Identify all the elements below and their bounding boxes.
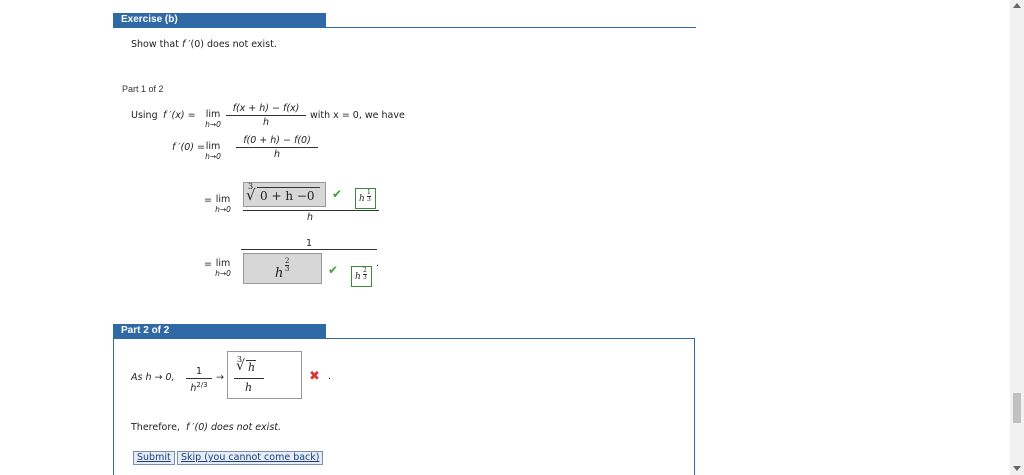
f-prime-0: f ′(0) = [172, 142, 205, 153]
scroll-up-arrow-icon[interactable] [1013, 3, 1021, 8]
answer-base: h [275, 266, 284, 281]
hint-exp-den: 3 [367, 196, 371, 203]
prompt-post: ′(0) does not exist. [185, 39, 277, 50]
def-denominator: h [262, 117, 270, 128]
part2-answer-box[interactable]: 3 √ h h [227, 351, 302, 399]
answer-exp-den: 3 [285, 265, 290, 273]
step2-answer-box[interactable]: 3 √ 0 + h −0 [243, 182, 326, 207]
scroll-down-arrow-icon[interactable] [1013, 466, 1021, 471]
hint-exponent: 13 [367, 190, 371, 203]
as-h-text: As h → 0, [131, 372, 175, 383]
part2-numerator: 1 [195, 366, 203, 377]
lim-text: lim [215, 194, 231, 205]
lim-text: lim [215, 258, 231, 269]
step3-fraction-bar [241, 249, 377, 250]
lim-sub: h→0 [205, 120, 221, 129]
hint-base: h [355, 272, 361, 282]
lim-sub: h→0 [215, 269, 231, 278]
exercise-prompt: Show that f ′(0) does not exist. [131, 39, 277, 50]
equals-sign: = [204, 259, 212, 270]
fraction-bar [226, 115, 306, 116]
checkmark-icon: ✔ [328, 263, 339, 277]
definition-fraction: f(x + h) − f(x) h [226, 103, 306, 128]
limit-definition: lim h→0 [202, 110, 224, 130]
therefore-fn: f ′(0) does not exist. [185, 422, 282, 433]
limit-step1: lim h→0 [202, 142, 224, 162]
lim-sub: h→0 [215, 205, 231, 214]
limit-step2: lim h→0 [212, 195, 234, 215]
step3-period: . [376, 258, 380, 269]
fraction-bar [234, 378, 264, 379]
answer-exponent: 23 [285, 257, 290, 273]
step2-answer-text: 0 + h −0 [260, 189, 315, 203]
f-prime-x: f ′(x) = [163, 110, 196, 121]
step1-denominator: h [273, 149, 281, 160]
equals-sign: = [204, 195, 212, 206]
step1-fraction: f(0 + h) − f(0) h [236, 135, 318, 160]
skip-button[interactable]: Skip (you cannot come back) [177, 451, 324, 465]
hint-exponent: 23 [363, 268, 367, 281]
lim-text: lim [205, 109, 221, 120]
exercise-header: Exercise (b) [113, 13, 326, 27]
after-mark-period: . [328, 371, 332, 382]
part2-den-exp: 2/3 [196, 381, 208, 389]
using-text: Using [131, 110, 158, 121]
exercise-header-rule [113, 27, 696, 28]
part2-header: Part 2 of 2 [113, 324, 326, 338]
radical-vinculum [257, 187, 320, 188]
step3-answer-box[interactable]: h 23 [243, 253, 322, 284]
scroll-thumb[interactable] [1013, 393, 1021, 423]
answer-exp-num: 2 [285, 257, 290, 265]
with-text: with x = 0, we have [310, 110, 405, 121]
radical-sign-icon: √ [236, 358, 245, 374]
hint-exp-den: 3 [363, 274, 367, 281]
checkmark-icon: ✔ [332, 187, 343, 201]
answer-radicand: h [248, 361, 256, 374]
step2-fraction-bar [243, 210, 379, 211]
lim-text: lim [205, 141, 221, 152]
therefore-word: Therefore, [131, 422, 180, 433]
prompt-pre: Show that [131, 39, 182, 50]
step3-numerator: 1 [306, 238, 313, 249]
therefore-text: Therefore, f ′(0) does not exist. [131, 422, 281, 433]
arrow-text: → [216, 372, 224, 383]
cross-icon: ✖ [309, 369, 320, 384]
hint-base: h [359, 194, 365, 204]
fraction-bar [186, 378, 212, 379]
part2-fraction: 1 h2/3 [186, 366, 212, 394]
answer-denominator: h [245, 381, 253, 394]
fraction-bar [236, 147, 318, 148]
lim-sub: h→0 [205, 152, 221, 161]
part1-label: Part 1 of 2 [122, 84, 164, 94]
vertical-scrollbar[interactable] [1010, 0, 1024, 475]
limit-step3: lim h→0 [212, 259, 234, 279]
def-numerator: f(x + h) − f(x) [232, 103, 300, 114]
step2-hint-box: h 13 [355, 188, 376, 209]
submit-button[interactable]: Submit [133, 451, 175, 465]
step2-denominator: h [307, 212, 314, 223]
step1-numerator: f(0 + h) − f(0) [243, 135, 311, 146]
radical-sign-icon: √ [246, 186, 256, 204]
step3-hint-box: h 23 [351, 266, 372, 287]
